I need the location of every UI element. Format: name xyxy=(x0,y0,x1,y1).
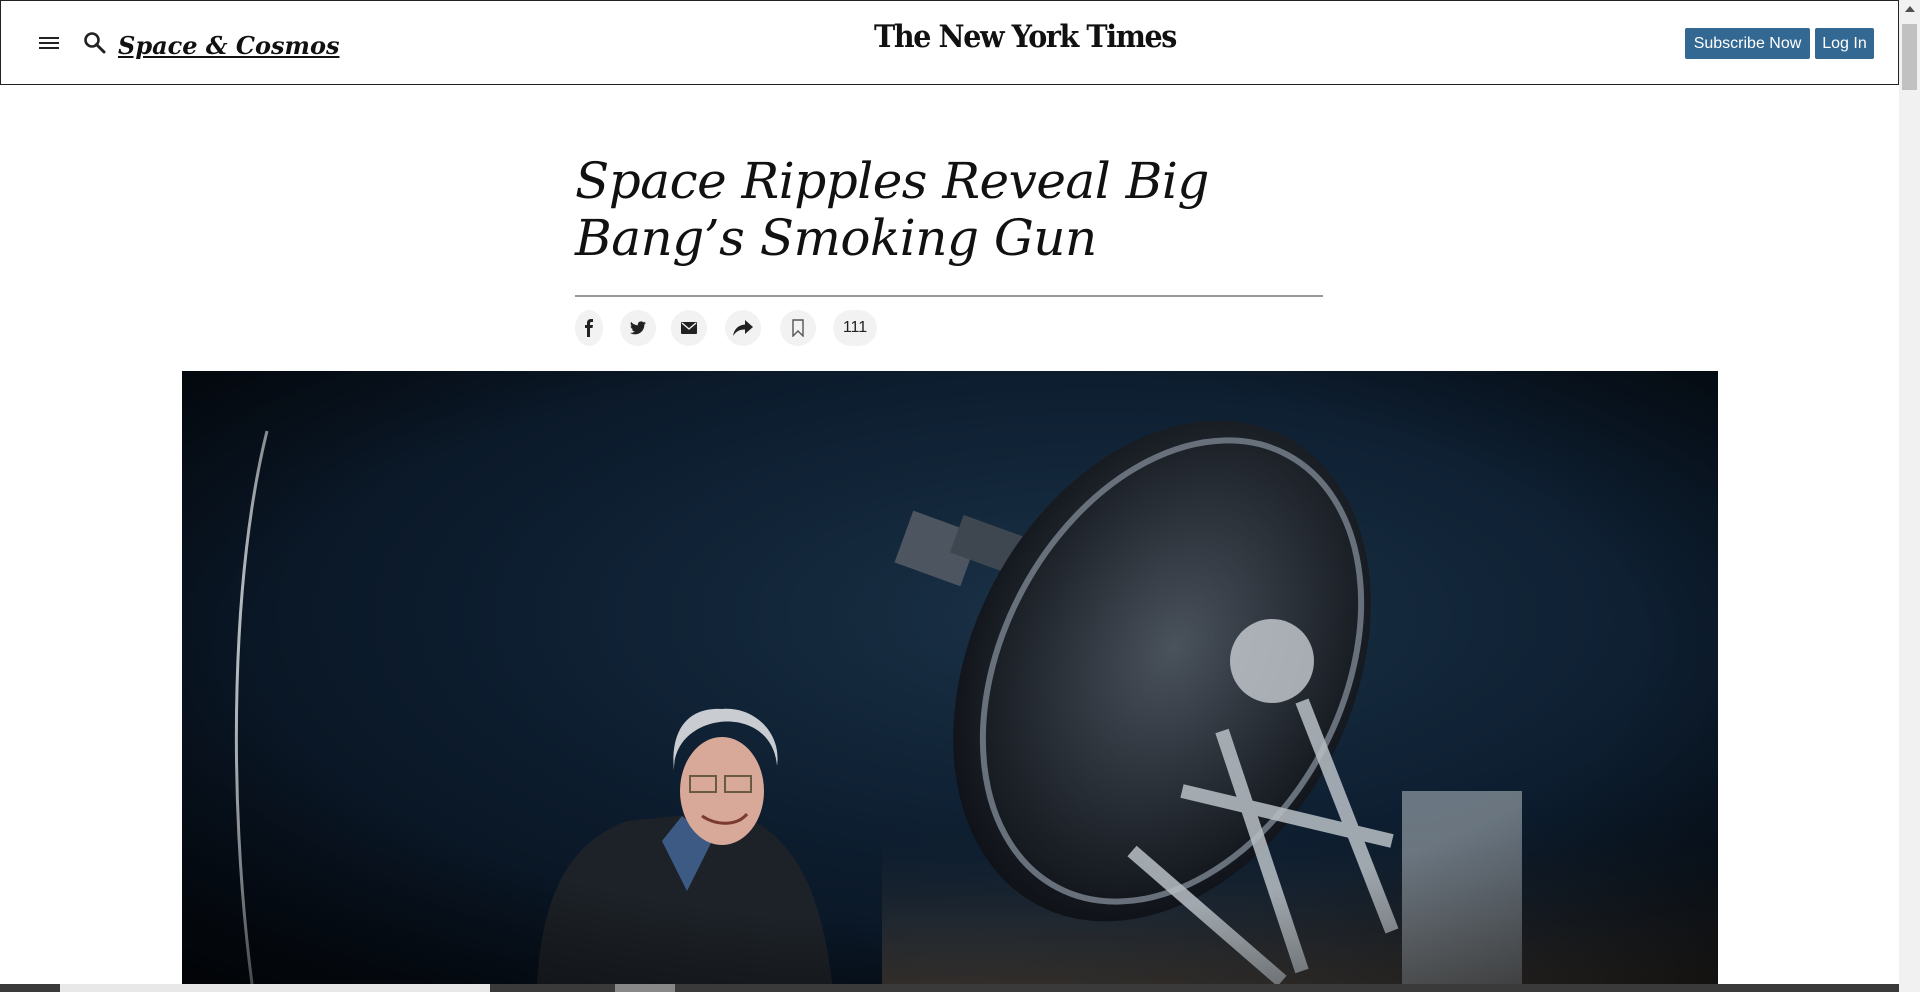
login-button[interactable]: Log In xyxy=(1815,28,1874,59)
masthead: Space & Cosmos The New York Times Subscr… xyxy=(0,0,1899,85)
share-arrow-icon xyxy=(733,320,753,336)
section-link[interactable]: Space & Cosmos xyxy=(118,31,339,60)
email-share-button[interactable] xyxy=(671,310,707,346)
email-icon xyxy=(681,322,697,334)
facebook-share-button[interactable] xyxy=(575,310,603,346)
nyt-logo[interactable]: The New York Times xyxy=(874,19,1177,55)
subscribe-button[interactable]: Subscribe Now xyxy=(1685,28,1810,59)
twitter-icon xyxy=(630,321,646,335)
headline-divider xyxy=(575,295,1323,297)
comments-button[interactable]: 111 xyxy=(833,310,877,346)
scroll-up-arrow-icon[interactable] xyxy=(1905,6,1915,12)
telescope-scientist-image xyxy=(182,371,1718,984)
scroll-thumb[interactable] xyxy=(1902,24,1917,90)
hero-photo xyxy=(182,371,1718,984)
save-button[interactable] xyxy=(780,310,816,346)
menu-icon[interactable] xyxy=(39,34,59,52)
facebook-icon xyxy=(585,319,593,337)
bottom-bar-segment xyxy=(615,984,675,992)
article-headline: Space Ripples Reveal Big Bang’s Smoking … xyxy=(575,152,1209,267)
vertical-scrollbar[interactable] xyxy=(1899,0,1920,992)
bottom-bar-segment xyxy=(60,984,490,992)
twitter-share-button[interactable] xyxy=(620,310,656,346)
search-icon[interactable] xyxy=(83,31,107,55)
bookmark-icon xyxy=(792,319,804,337)
more-share-button[interactable] xyxy=(725,310,761,346)
bottom-overlay-bar xyxy=(0,984,1899,992)
